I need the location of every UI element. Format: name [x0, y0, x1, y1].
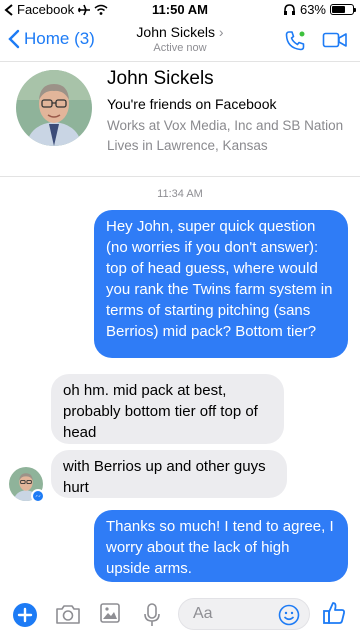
message-incoming[interactable]: with Berrios up and other guys hurt — [51, 450, 287, 498]
plus-icon[interactable] — [12, 602, 38, 628]
conversation-header: Home (3) John Sickels › Active now — [0, 20, 360, 62]
battery-percent: 63% — [299, 2, 326, 17]
phone-icon[interactable] — [284, 30, 306, 52]
friendship-status: You're friends on Facebook — [107, 96, 277, 112]
battery-icon — [330, 4, 356, 15]
video-icon[interactable] — [322, 30, 348, 50]
emoji-icon[interactable] — [278, 604, 300, 626]
status-bar: Facebook 11:50 AM 63% — [0, 0, 360, 20]
composer-bar: Aa — [0, 594, 360, 640]
contact-avatar[interactable] — [16, 70, 92, 146]
message-outgoing[interactable]: Hey John, super quick question (no worri… — [94, 210, 348, 358]
headphones-icon — [283, 3, 295, 15]
profile-location: Lives in Lawrence, Kansas — [107, 138, 268, 153]
microphone-icon[interactable] — [142, 602, 162, 628]
divider — [0, 176, 360, 177]
message-input-placeholder: Aa — [193, 605, 213, 622]
thumbs-up-icon[interactable] — [321, 600, 347, 626]
messenger-badge-icon — [31, 489, 45, 503]
image-icon[interactable] — [99, 602, 121, 624]
battery-fill — [332, 6, 345, 13]
contact-name: John Sickels — [136, 24, 216, 40]
contact-profile: John Sickels You're friends on Facebook … — [0, 66, 360, 170]
message-input[interactable]: Aa — [178, 598, 310, 630]
chevron-right-icon: › — [218, 24, 224, 40]
message-timestamp: 11:34 AM — [157, 188, 203, 200]
camera-icon[interactable] — [55, 602, 81, 626]
profile-name: John Sickels — [107, 68, 214, 89]
message-incoming[interactable]: oh hm. mid pack at best, probably bottom… — [51, 374, 284, 444]
profile-work: Works at Vox Media, Inc and SB Nation — [107, 118, 344, 133]
message-outgoing[interactable]: Thanks so much! I tend to agree, I worry… — [94, 510, 348, 582]
